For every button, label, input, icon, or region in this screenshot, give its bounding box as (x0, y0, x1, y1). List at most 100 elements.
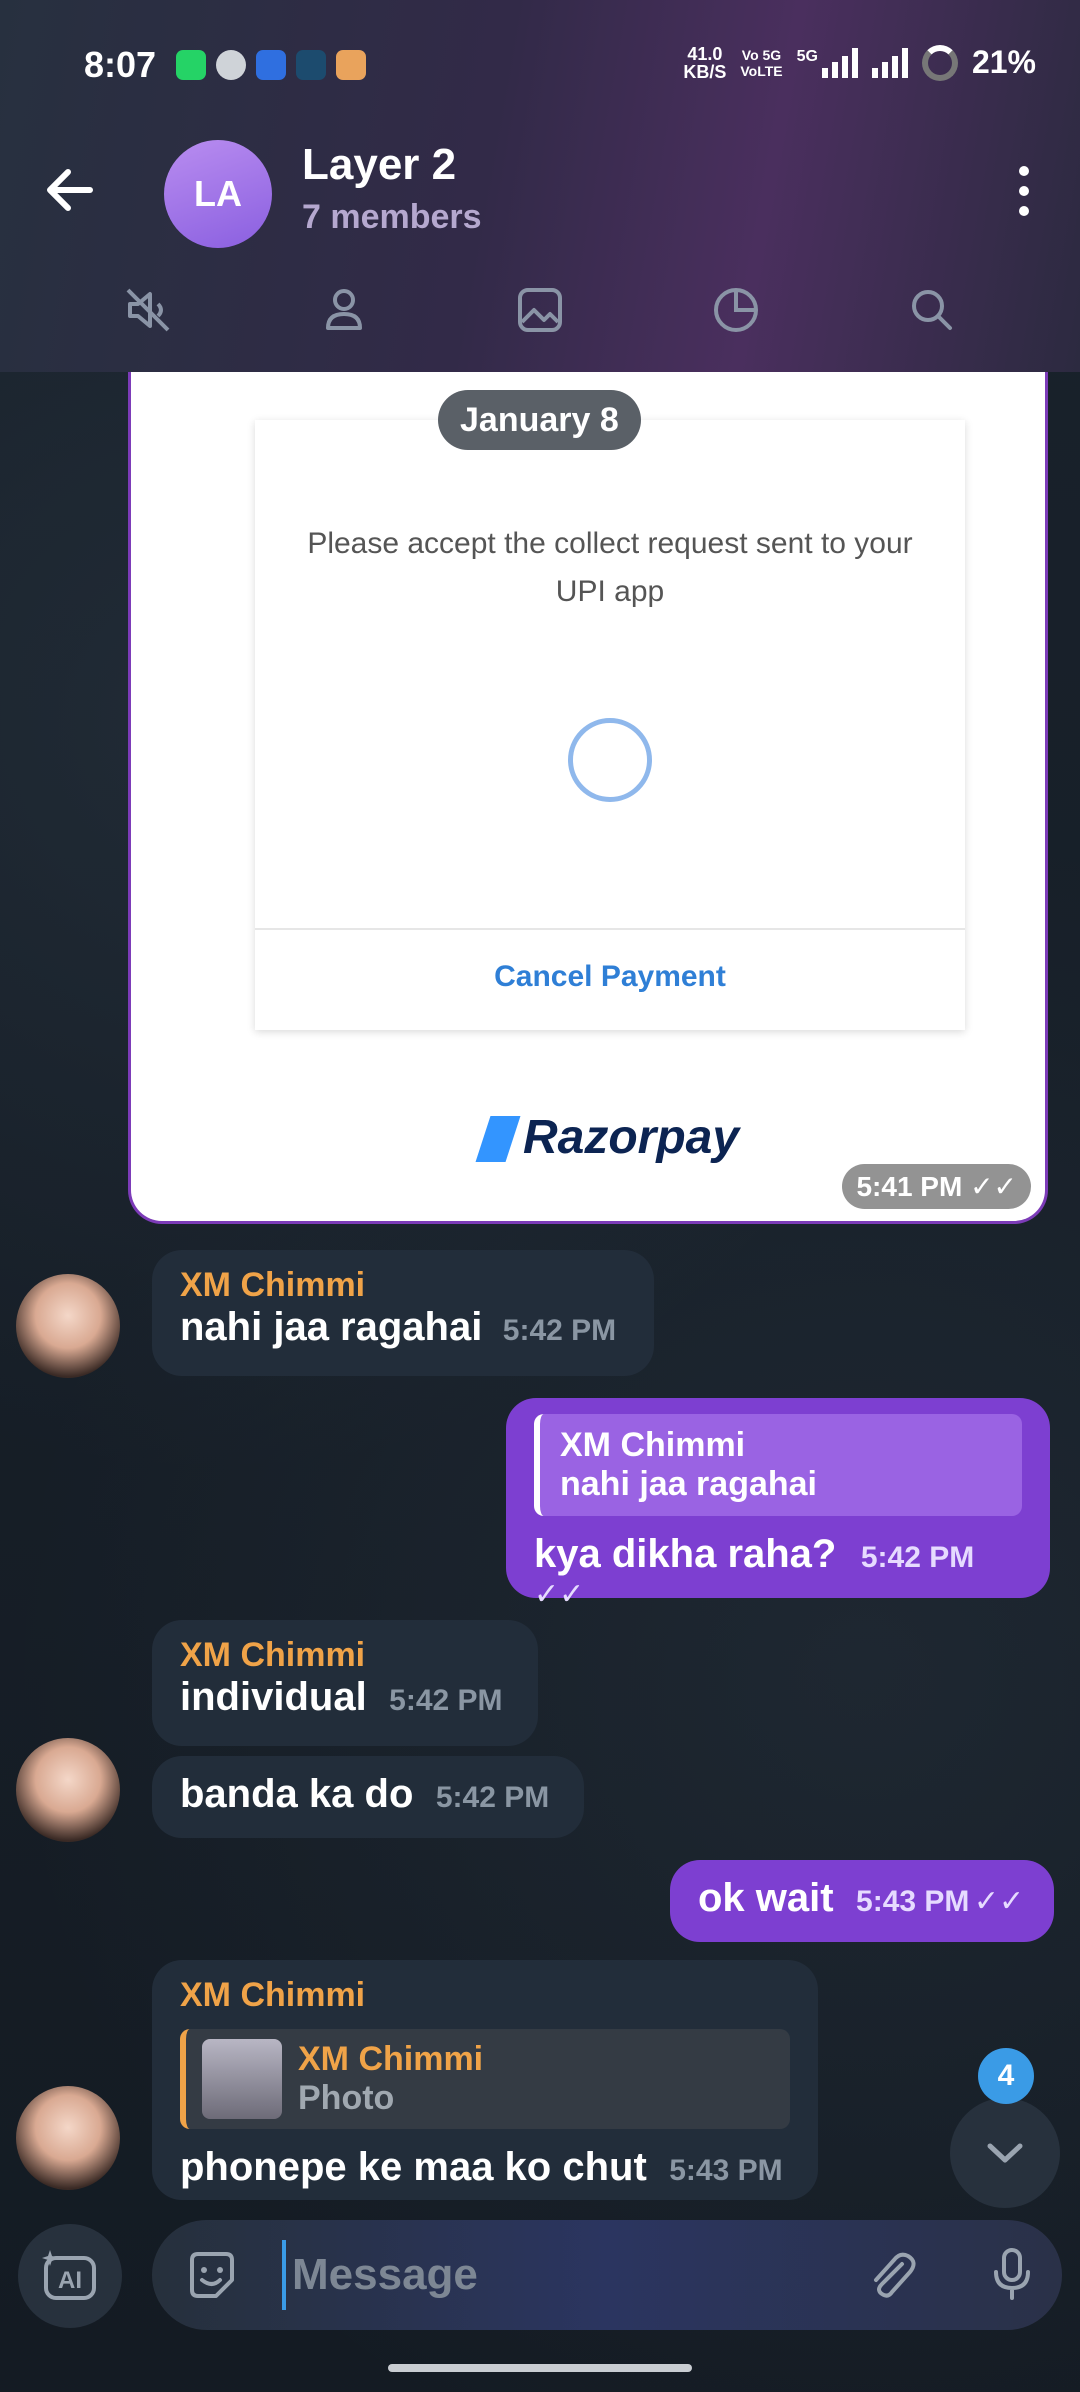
stats-button[interactable] (706, 280, 766, 340)
image-message[interactable]: Please accept the collect request sent t… (128, 372, 1048, 1224)
status-bar: 8:07 41.0 KB/S Vo 5G VoLTE 5G 21% (0, 40, 1080, 96)
media-button[interactable] (510, 280, 570, 340)
network-speed-unit: KB/S (683, 61, 727, 82)
attach-button[interactable] (862, 2246, 922, 2306)
search-icon (912, 290, 952, 330)
message-bubble[interactable]: XM Chimmi individual 5:42 PM (152, 1620, 538, 1746)
network-speed: 41.0 KB/S (683, 45, 726, 81)
ai-label: AI (58, 2267, 82, 2294)
sender-name[interactable]: XM Chimmi (180, 1976, 790, 2015)
sender-avatar[interactable] (16, 1738, 120, 1842)
chat-icon (216, 50, 246, 80)
member-count: 7 members (302, 198, 482, 236)
photo-thumbnail (202, 2039, 282, 2119)
message-time: 5:42 PM (502, 1314, 617, 1347)
more-options-button[interactable] (1012, 166, 1036, 216)
sender-avatar[interactable] (16, 1274, 120, 1378)
members-button[interactable] (314, 280, 374, 340)
reply-sender: XM Chimmi (560, 1426, 746, 1464)
chat-header: 8:07 41.0 KB/S Vo 5G VoLTE 5G 21% LA Lay… (0, 0, 1080, 372)
divider (255, 928, 965, 930)
volte-top: Vo 5G (741, 46, 782, 63)
sticker-button[interactable] (182, 2246, 242, 2306)
game-icon (336, 50, 366, 80)
mute-button[interactable] (118, 280, 178, 340)
dot-icon (1019, 206, 1029, 216)
volte-indicator: Vo 5G VoLTE (740, 47, 782, 79)
scroll-to-bottom-button[interactable] (950, 2098, 1060, 2208)
reply-text: nahi jaa ragahai (560, 1465, 817, 1503)
group-avatar[interactable]: LA (164, 140, 272, 248)
reply-sender: XM Chimmi (298, 2040, 484, 2078)
volte-bottom: VoLTE (740, 62, 783, 79)
pie-chart-icon (714, 288, 758, 332)
message-text: individual (180, 1675, 367, 1719)
chat-title[interactable]: Layer 2 (302, 140, 456, 190)
chat-topbar: LA Layer 2 7 members (0, 130, 1080, 250)
razorpay-logo-icon (475, 1116, 521, 1162)
voice-message-button[interactable] (982, 2244, 1042, 2304)
message-text: nahi jaa ragahai (180, 1305, 483, 1349)
network-speed-value: 41.0 (687, 43, 723, 64)
sticker-icon (190, 2252, 234, 2298)
image-icon (518, 288, 562, 332)
status-time: 8:07 (84, 44, 157, 85)
battery-percent: 21% (971, 44, 1036, 80)
battery-icon (921, 44, 958, 81)
date-separator: January 8 (438, 390, 641, 450)
message-bubble[interactable]: XM Chimmi XM Chimmi Photo phonepe ke maa… (152, 1960, 818, 2200)
dot-icon (1019, 186, 1029, 196)
message-time: 5:42 PM (389, 1684, 503, 1717)
message-time: 5:41 PM ✓✓ (842, 1164, 1031, 1209)
reply-text: Photo (298, 2079, 395, 2117)
message-text: kya dikha raha? (534, 1532, 837, 1576)
reply-preview[interactable]: XM Chimmi nahi jaa ragahai (534, 1414, 1022, 1516)
message-composer (152, 2220, 1062, 2330)
message-text: banda ka do (180, 1772, 414, 1816)
razorpay-brand: Razorpay (523, 1111, 740, 1164)
app-icon (256, 50, 286, 80)
time-text: 5:41 PM (856, 1171, 963, 1202)
signal-5g-icon: 5G (796, 47, 858, 78)
sender-name[interactable]: XM Chimmi (180, 1636, 510, 1675)
unread-badge: 4 (978, 2048, 1034, 2104)
network-type: 5G (796, 47, 818, 65)
message-bubble-outgoing[interactable]: ok wait 5:43 PM ✓✓ (670, 1860, 1054, 1942)
double-check-icon: ✓✓ (973, 1885, 1025, 1918)
ai-button[interactable]: AI (18, 2224, 122, 2328)
message-time: 5:43 PM (669, 2154, 783, 2187)
status-indicators: 41.0 KB/S Vo 5G VoLTE 5G 21% (683, 44, 1036, 81)
dot-icon (1019, 166, 1029, 176)
message-time: 5:42 PM (860, 1541, 975, 1574)
message-time: 5:43 PM (856, 1885, 970, 1918)
arrow-left-icon (47, 169, 93, 211)
whatsapp-icon (176, 50, 206, 80)
cancel-payment-link: Cancel Payment (494, 960, 726, 993)
message-input[interactable] (282, 2240, 842, 2310)
sender-name[interactable]: XM Chimmi (180, 1266, 626, 1305)
search-button[interactable] (902, 280, 962, 340)
chevron-down-icon (987, 2143, 1023, 2163)
sender-avatar[interactable] (16, 2086, 120, 2190)
message-bubble[interactable]: XM Chimmi nahi jaa ragahai 5:42 PM (152, 1250, 654, 1376)
upi-request-text: Please accept the collect request sent t… (307, 527, 913, 608)
message-bubble-outgoing[interactable]: XM Chimmi nahi jaa ragahai kya dikha rah… (506, 1398, 1050, 1611)
notification-icons (176, 50, 366, 80)
speaker-muted-icon (126, 288, 170, 332)
home-indicator[interactable] (388, 2364, 692, 2372)
upi-payment-card: Please accept the collect request sent t… (255, 420, 965, 1030)
chat-toolbar (0, 280, 1080, 352)
back-button[interactable] (40, 160, 100, 220)
microphone-icon (994, 2248, 1030, 2300)
message-text: ok wait (698, 1876, 834, 1920)
reply-preview[interactable]: XM Chimmi Photo (180, 2029, 790, 2129)
app-icon (296, 50, 326, 80)
signal-icon (871, 47, 908, 78)
message-bubble[interactable]: banda ka do 5:42 PM (152, 1756, 584, 1838)
ai-sparkle-icon: AI (42, 2250, 96, 2300)
paperclip-icon (874, 2252, 916, 2298)
loading-spinner-icon (568, 718, 652, 802)
double-check-icon: ✓✓ (534, 1578, 585, 1611)
message-time: 5:42 PM (435, 1781, 550, 1814)
message-text: phonepe ke maa ko chut (180, 2145, 647, 2189)
